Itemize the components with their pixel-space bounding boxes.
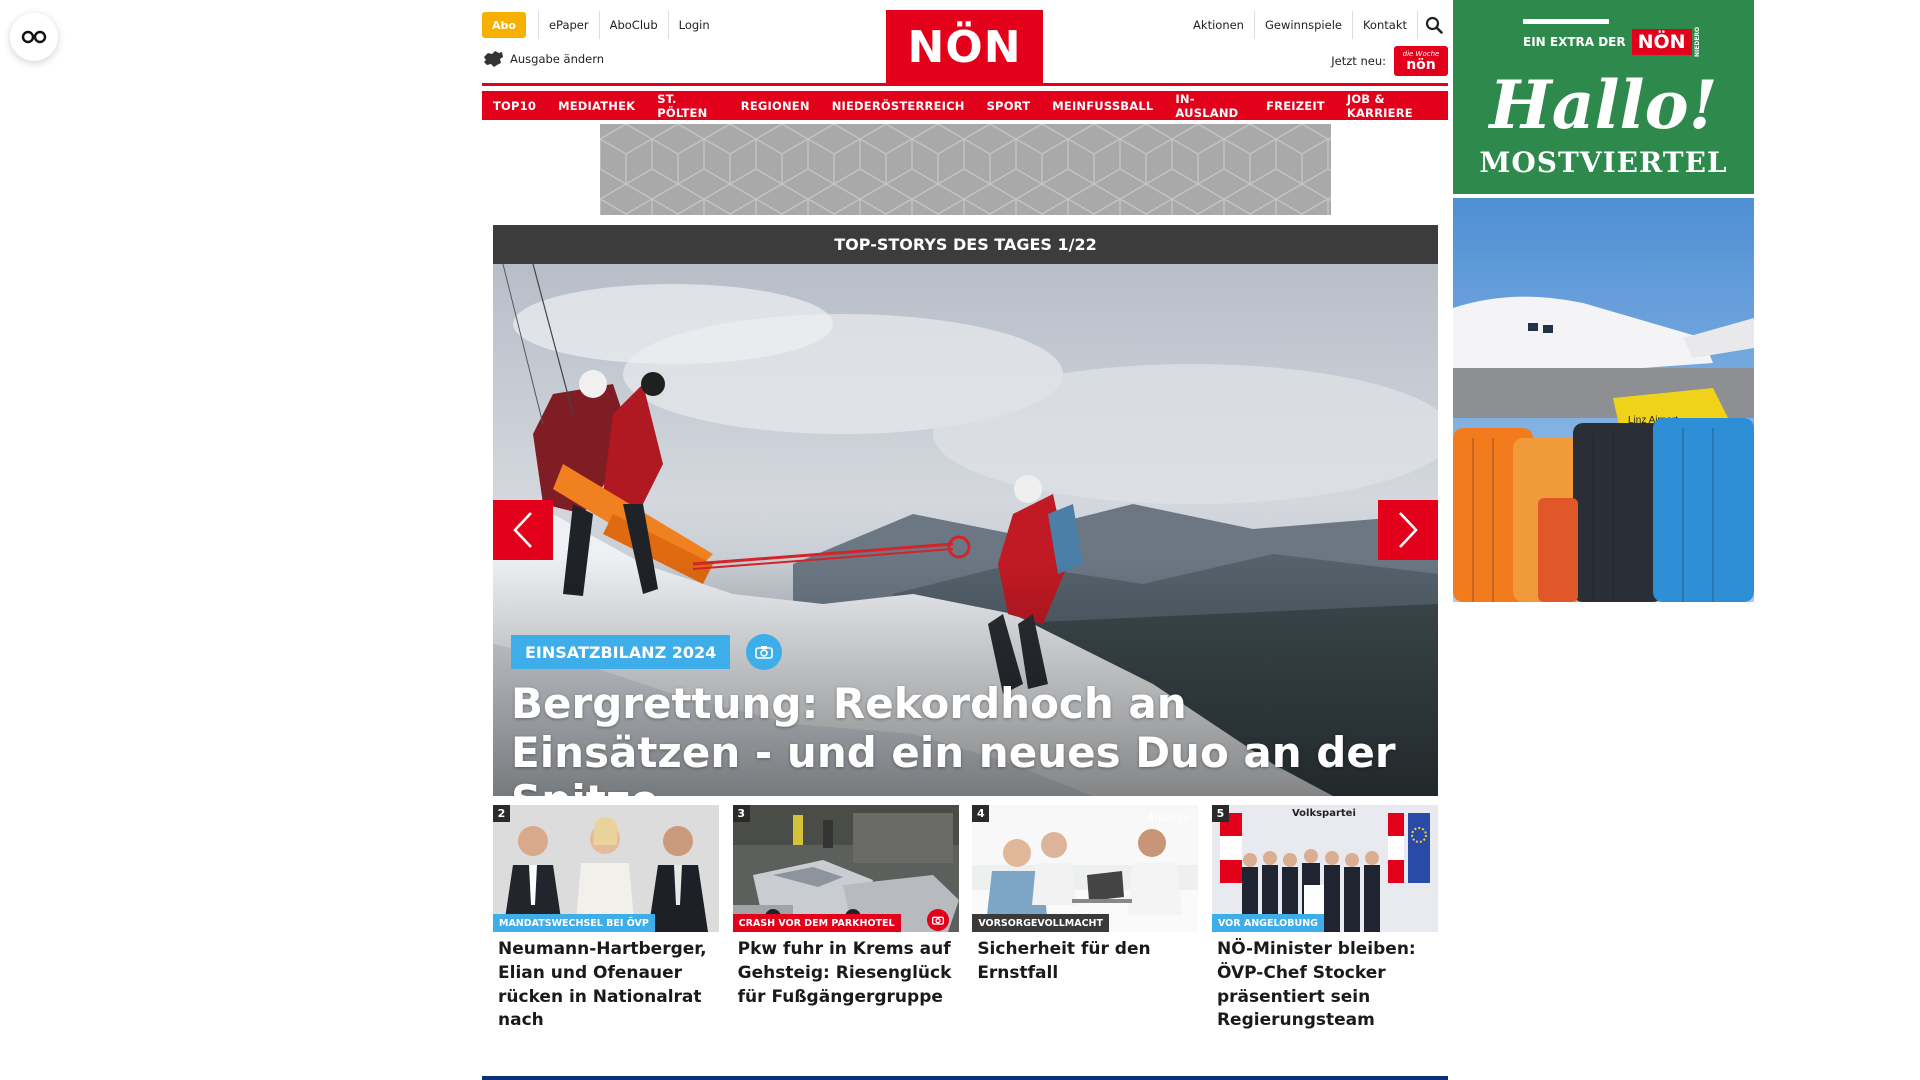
top-links-left: Abo ePaper AboClub Login: [482, 11, 720, 39]
nav-in-ausland[interactable]: IN-AUSLAND: [1164, 91, 1256, 120]
reader-mode-button[interactable]: [10, 13, 58, 61]
ad-noen-sub: NIEDERÖSTERREICH: [1694, 27, 1701, 57]
nav-sport[interactable]: SPORT: [975, 91, 1042, 120]
ad-region: MOSTVIERTEL: [1479, 146, 1728, 179]
story-card-title[interactable]: Pkw fuhr in Krems auf Gehsteig: Riesengl…: [733, 932, 959, 1009]
top-stories-header: TOP-STORYS DES TAGES 1/22: [493, 225, 1438, 264]
camera-icon: [755, 646, 774, 659]
chevron-left-icon: [513, 512, 532, 548]
story-card-number: 3: [732, 805, 750, 822]
search-icon: [1425, 16, 1443, 34]
story-card-title[interactable]: Neumann-Hartberger, Elian und Ofenauer r…: [493, 932, 719, 1033]
nav-niederoesterreich[interactable]: NIEDERÖSTERREICH: [820, 91, 976, 120]
top-links-right: Aktionen Gewinnspiele Kontakt: [1183, 11, 1448, 39]
nav-st-poelten[interactable]: ST. PÖLTEN: [646, 91, 730, 120]
hero-gallery-badge: [746, 634, 783, 670]
nav-mediathek[interactable]: MEDIATHEK: [547, 91, 647, 120]
aktionen-link[interactable]: Aktionen: [1183, 11, 1255, 39]
story-card-tag[interactable]: VOR ANGELOBUNG: [1211, 914, 1324, 932]
nav-top10[interactable]: TOP10: [482, 91, 548, 120]
slider-next-button[interactable]: [1378, 500, 1438, 560]
story-card-title[interactable]: NÖ-Minister bleiben: ÖVP-Chef Stocker pr…: [1212, 932, 1438, 1033]
story-card-tag[interactable]: VORSORGEVOLLMACHT: [972, 914, 1109, 932]
ad-divider: [1523, 19, 1609, 24]
hero-tag[interactable]: EINSATZBILANZ 2024: [511, 635, 731, 669]
kontakt-link[interactable]: Kontakt: [1353, 11, 1418, 39]
story-card[interactable]: 3 CRASH VOR DEM PARKHOTEL Pkw fuhr in Kr…: [732, 805, 959, 1033]
nav-freizeit[interactable]: FREIZEIT: [1255, 91, 1336, 120]
story-card-number: 4: [972, 805, 990, 822]
slider-prev-button[interactable]: [493, 500, 553, 560]
story-card-image: Volkspartei 5 VOR ANGELOBUNG: [1211, 805, 1438, 932]
story-card-image: 3 CRASH VOR DEM PARKHOTEL: [732, 805, 959, 932]
hero-tag-row: EINSATZBILANZ 2024: [511, 634, 783, 670]
mini-logo-brand: nön: [1406, 56, 1436, 73]
story-card[interactable]: 4 Anzeige VORSORGEVOLLMACHT Sicherheit f…: [972, 805, 1199, 1033]
party-banner: Volkspartei: [1291, 808, 1356, 819]
story-card-image: 2 MANDATSWECHSEL BEI ÖVP: [493, 805, 719, 932]
chevron-right-icon: [1399, 512, 1418, 548]
nav-regionen[interactable]: REGIONEN: [729, 91, 821, 120]
story-cards: 2 MANDATSWECHSEL BEI ÖVP Neumann-Hartber…: [493, 805, 1438, 1033]
search-button[interactable]: [1420, 11, 1448, 39]
site-header: Abo ePaper AboClub Login Ausgabe ändern …: [482, 0, 1448, 88]
ad-label: Anzeige: [1146, 811, 1191, 824]
story-card-tag[interactable]: CRASH VOR DEM PARKHOTEL: [732, 914, 901, 932]
story-card-number: 5: [1211, 805, 1229, 822]
noen-logo[interactable]: NÖN: [886, 10, 1043, 84]
ad-noen-logo: NÖN: [1631, 29, 1692, 55]
ad-hallo-headline: Hallo!: [1489, 66, 1718, 144]
hero-title[interactable]: Bergrettung: Rekordhoch an Einsätzen - u…: [511, 679, 1411, 796]
edition-change[interactable]: Ausgabe ändern: [482, 50, 604, 68]
airport-ad[interactable]: Linz Airport: [1453, 198, 1754, 602]
camera-icon: [931, 916, 944, 925]
nav-job-karriere[interactable]: JOB & KARRIERE: [1335, 91, 1449, 120]
ad-banner-placeholder[interactable]: [600, 124, 1331, 215]
jetzt-neu-label: Jetzt neu:: [1331, 54, 1386, 68]
story-card-tag[interactable]: MANDATSWECHSEL BEI ÖVP: [493, 914, 655, 932]
story-card[interactable]: 2 MANDATSWECHSEL BEI ÖVP Neumann-Hartber…: [493, 805, 719, 1033]
glasses-icon: [21, 30, 47, 44]
gallery-badge: [926, 909, 949, 931]
footer-bar: [482, 1076, 1448, 1080]
airport-ad-image: Linz Airport: [1453, 198, 1754, 602]
hero-slide[interactable]: EINSATZBILANZ 2024 Bergrettung: Rekordho…: [493, 264, 1438, 796]
ad-extra-text: EIN EXTRA DER: [1523, 35, 1626, 49]
gewinnspiele-link[interactable]: Gewinnspiele: [1255, 11, 1353, 39]
story-card[interactable]: Volkspartei 5 VOR ANGELOBUNG NÖ-Minister…: [1211, 805, 1438, 1033]
ad-extra-line: EIN EXTRA DER NÖN NIEDERÖSTERREICH: [1523, 27, 1701, 57]
header-divider: [482, 83, 1448, 86]
story-card-number: 2: [493, 805, 510, 822]
login-link[interactable]: Login: [669, 11, 720, 39]
austria-map-icon: [484, 51, 503, 67]
abo-button[interactable]: Abo: [482, 12, 526, 38]
nav-meinfussball[interactable]: MEINFUSSBALL: [1041, 91, 1165, 120]
main-nav: TOP10 MEDIATHEK ST. PÖLTEN REGIONEN NIED…: [482, 91, 1449, 120]
jetzt-neu: Jetzt neu: die Woche nön: [1331, 46, 1448, 76]
edition-change-label: Ausgabe ändern: [510, 52, 605, 66]
epaper-link[interactable]: ePaper: [537, 11, 600, 39]
story-card-title[interactable]: Sicherheit für den Ernstfall: [972, 932, 1198, 986]
hallo-mostviertel-ad[interactable]: EIN EXTRA DER NÖN NIEDERÖSTERREICH Hallo…: [1453, 0, 1754, 194]
die-woche-noen-logo[interactable]: die Woche nön: [1394, 46, 1448, 76]
story-card-image: 4 Anzeige VORSORGEVOLLMACHT: [972, 805, 1199, 932]
aboclub-link[interactable]: AboClub: [600, 11, 669, 39]
